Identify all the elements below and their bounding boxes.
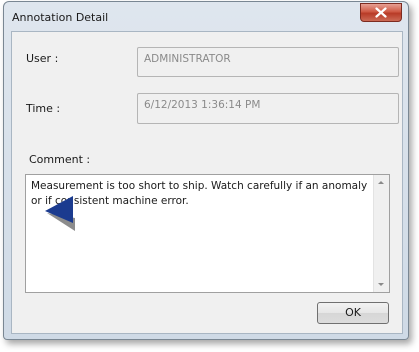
annotation-detail-dialog: Annotation Detail User : ADMINISTRATOR T… [3,1,409,340]
chevron-up-icon[interactable] [378,181,384,184]
user-label: User : [26,52,59,65]
comment-textarea[interactable]: Measurement is too short to ship. Watch … [25,174,390,293]
user-field[interactable]: ADMINISTRATOR [137,47,399,77]
title-bar[interactable]: Annotation Detail [4,2,408,32]
close-icon [375,7,387,18]
ok-button[interactable]: OK [317,302,389,324]
dialog-body: User : ADMINISTRATOR Time : 6/12/2013 1:… [11,31,403,334]
chevron-down-icon[interactable] [378,283,384,286]
time-label: Time : [26,102,61,115]
comment-text[interactable]: Measurement is too short to ship. Watch … [31,179,371,209]
close-button[interactable] [360,3,402,22]
vertical-scrollbar[interactable] [373,175,389,292]
time-field[interactable]: 6/12/2013 1:36:14 PM [137,93,399,124]
window-title: Annotation Detail [12,11,109,24]
pointer-triangle-icon [45,196,75,231]
comment-label: Comment : [29,153,91,166]
